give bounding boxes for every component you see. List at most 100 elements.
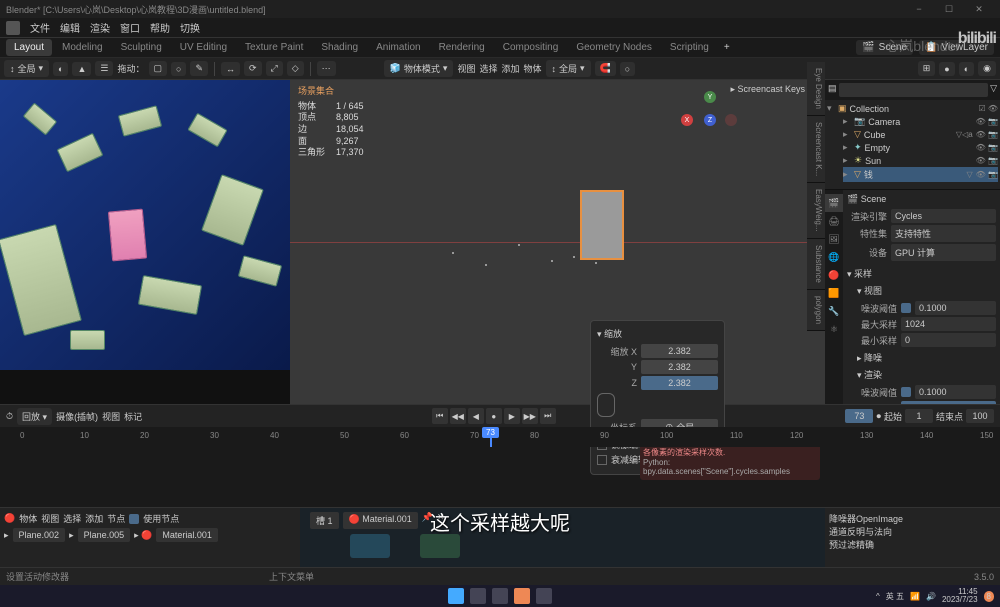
tab-animation[interactable]: Animation — [368, 39, 428, 56]
ne-add[interactable]: 添加 — [85, 512, 103, 525]
add-workspace-button[interactable]: + — [719, 42, 735, 53]
jump-start[interactable]: ⏮ — [432, 408, 448, 424]
timeline-marker[interactable]: 标记 — [124, 410, 142, 423]
material-dropdown[interactable]: 🔴 Material.001 — [343, 512, 418, 529]
gizmo-x[interactable]: X — [681, 114, 693, 126]
shading-wire[interactable]: ⊞ — [918, 61, 936, 76]
max-samples-r-field[interactable]: 1024 — [901, 401, 996, 404]
uv-editor[interactable] — [0, 80, 290, 404]
menu-edit[interactable]: 编辑 — [60, 20, 80, 35]
ne-select[interactable]: 选择 — [63, 512, 81, 525]
transform-orientation[interactable]: ↕ 全局 ▾ — [4, 60, 49, 77]
crumb-plane002[interactable]: Plane.002 — [13, 528, 66, 542]
menu-render[interactable]: 渲染 — [90, 20, 110, 35]
crumb-plane005[interactable]: Plane.005 — [78, 528, 131, 542]
outliner-money[interactable]: 钱 — [864, 168, 964, 181]
noise-vp-toggle[interactable] — [901, 303, 911, 313]
end-frame[interactable]: 100 — [966, 409, 994, 423]
sampling-section[interactable]: ▾ 采样 — [847, 265, 996, 282]
jump-end[interactable]: ⏭ — [540, 408, 556, 424]
node-mode[interactable]: 物体 — [19, 512, 37, 525]
tool-move[interactable]: ↔ — [221, 62, 240, 76]
prop-crumb[interactable]: Scene — [861, 194, 887, 204]
tab-sculpting[interactable]: Sculpting — [113, 39, 170, 56]
scale-x-field[interactable]: 2.382 — [641, 344, 718, 358]
nav-gizmo[interactable]: Y X Z — [685, 95, 735, 145]
vtab-eyedesign[interactable]: Eye Design — [807, 62, 825, 116]
close-icon[interactable]: ✕ — [437, 512, 445, 529]
timeline-tracks[interactable] — [0, 447, 1000, 507]
node-2[interactable] — [420, 534, 460, 558]
gizmo-z[interactable]: Z — [704, 114, 716, 126]
menu-window[interactable]: 窗口 — [120, 20, 140, 35]
pin-icon[interactable]: 📌 — [422, 512, 433, 529]
play-reverse[interactable]: ◀ — [468, 408, 484, 424]
noise-r-field[interactable]: 0.1000 — [915, 385, 996, 399]
taskbar-app[interactable] — [536, 588, 552, 604]
vp-menu-add[interactable]: 添加 — [501, 62, 519, 75]
tab-uv[interactable]: UV Editing — [172, 39, 235, 56]
systray-volume-icon[interactable]: 🔊 — [926, 592, 936, 601]
drag-mode2[interactable]: ○ — [171, 62, 186, 76]
scale-y-field[interactable]: 2.382 — [641, 360, 718, 374]
timeline-type[interactable]: 摄像(插帧) — [56, 410, 98, 423]
node-1[interactable] — [350, 534, 390, 558]
auto-key-icon[interactable]: ⏺ — [876, 411, 881, 422]
window-close[interactable]: ✕ — [964, 4, 994, 15]
tab-scripting[interactable]: Scripting — [662, 39, 717, 56]
vtab-polygon[interactable]: polygon — [807, 290, 825, 331]
menu-switch[interactable]: 切换 — [180, 20, 200, 35]
timeline-icon[interactable]: ⏱ — [6, 411, 13, 422]
vtab-easyweig[interactable]: EasyWeig... — [807, 183, 825, 239]
snap-toggle[interactable]: 🧲 — [595, 61, 616, 76]
start-button[interactable] — [448, 588, 464, 604]
tab-geonodes[interactable]: Geometry Nodes — [568, 39, 660, 56]
play[interactable]: ▶ — [504, 408, 520, 424]
vp-menu-select[interactable]: 选择 — [479, 62, 497, 75]
drag-mode1[interactable]: ▢ — [149, 61, 168, 76]
render-engine-dropdown[interactable]: Cycles — [891, 209, 996, 223]
menu-help[interactable]: 帮助 — [150, 20, 170, 35]
timeline-mode[interactable]: 回放 ▾ — [17, 408, 52, 425]
shading-render[interactable]: ◉ — [978, 61, 996, 76]
tab-modeling[interactable]: Modeling — [54, 39, 111, 56]
record[interactable]: ● — [486, 408, 502, 424]
tool-transform[interactable]: ◇ — [287, 61, 304, 76]
vp-menu-view[interactable]: 视图 — [457, 62, 475, 75]
toolbar-btn3[interactable]: ☰ — [95, 61, 113, 76]
prop-tab-world[interactable]: 🔴 — [825, 266, 843, 284]
menu-file[interactable]: 文件 — [30, 20, 50, 35]
noise-r-toggle[interactable] — [901, 387, 911, 397]
footer-mid[interactable]: 上下文菜单 — [269, 570, 314, 583]
node-icon[interactable]: 🔴 — [4, 513, 15, 524]
use-nodes-toggle[interactable] — [129, 514, 139, 524]
systray-notif[interactable]: 8 — [984, 591, 994, 602]
taskbar-explorer[interactable] — [492, 588, 508, 604]
prop-tab-render[interactable]: 🎬 — [825, 194, 843, 212]
tool-scale[interactable]: ⤢ — [266, 61, 283, 76]
ne-node[interactable]: 节点 — [107, 512, 125, 525]
outliner-sun[interactable]: Sun — [865, 156, 973, 166]
pivot-dropdown[interactable]: ↕ 全局 ▾ — [546, 60, 591, 77]
toolbar-btn2[interactable]: ▲ — [72, 62, 91, 76]
tab-layout[interactable]: Layout — [6, 39, 52, 56]
node-graph[interactable]: 槽 1 🔴 Material.001 📌 ✕ — [300, 508, 825, 567]
tab-shading[interactable]: Shading — [313, 39, 366, 56]
toolbar-btn1[interactable]: ◐ — [53, 62, 68, 76]
shading-solid[interactable]: ● — [939, 62, 954, 76]
scene-selector[interactable]: 🎬 Scene — [856, 40, 913, 55]
outliner-filter-icon[interactable]: ▽ — [990, 83, 997, 97]
start-frame[interactable]: 1 — [905, 409, 933, 423]
object-mode-dropdown[interactable]: 🧊 物体模式 ▾ — [384, 60, 454, 77]
timeline-view[interactable]: 视图 — [102, 410, 120, 423]
outliner-cube[interactable]: Cube — [864, 130, 953, 140]
prop-tab-output[interactable]: 🖨 — [825, 212, 843, 230]
prev-keyframe[interactable]: ◀◀ — [450, 408, 466, 424]
tab-rendering[interactable]: Rendering — [431, 39, 493, 56]
feature-set-dropdown[interactable]: 支持特性 — [891, 225, 996, 242]
prop-tab-object[interactable]: 🟧 — [825, 284, 843, 302]
outliner-collection[interactable]: Collection — [850, 104, 976, 114]
systray-time[interactable]: 11:45 — [942, 588, 978, 596]
scale-panel-header[interactable]: ▾ 缩放 — [597, 327, 718, 340]
systray-date[interactable]: 2023/7/23 — [942, 596, 978, 604]
